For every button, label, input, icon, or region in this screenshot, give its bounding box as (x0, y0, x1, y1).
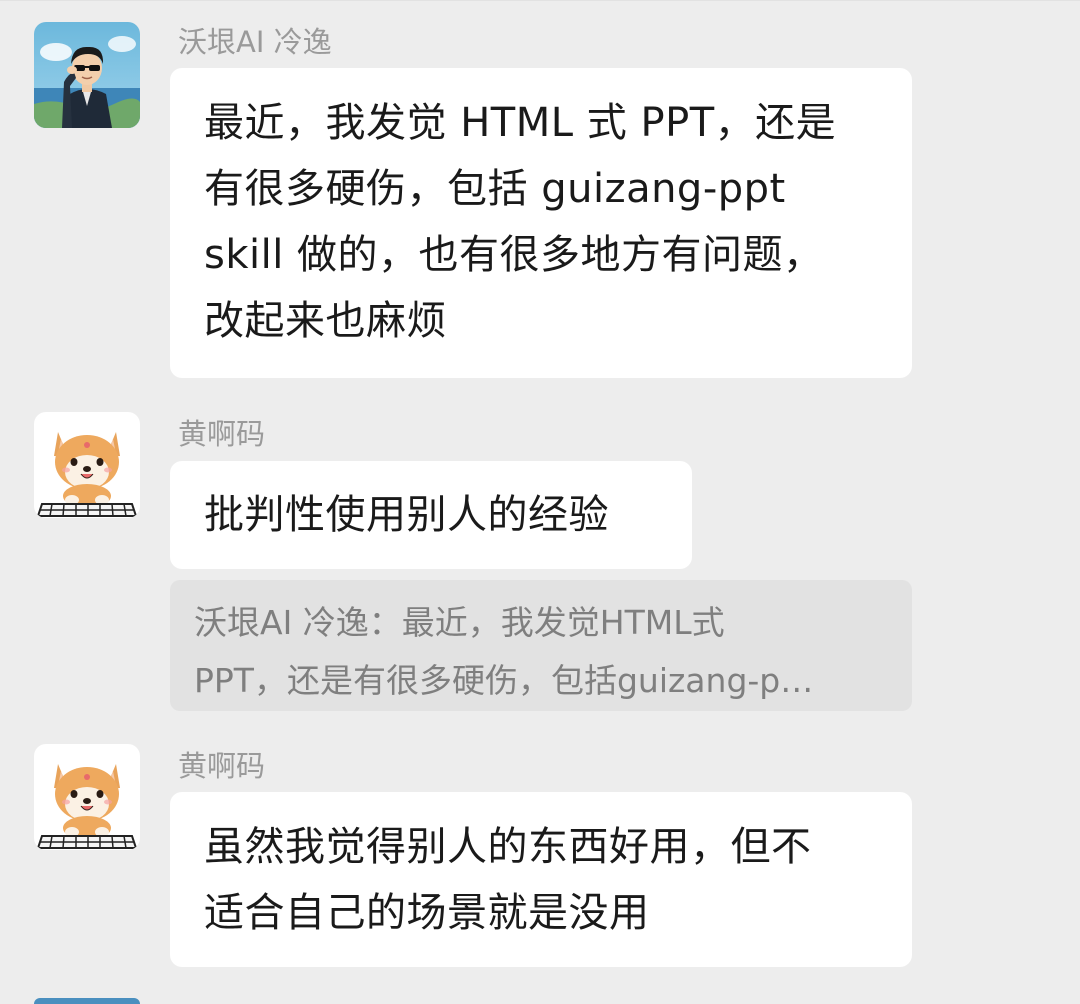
message-bubble[interactable]: 批判性使用别人的经验 (170, 461, 692, 569)
shiba-dog-keyboard-avatar-icon[interactable] (34, 744, 140, 850)
message-text-line: 最近，我发觉 HTML 式 PPT，还是 (204, 100, 837, 146)
quoted-reply[interactable]: 沃垠AI 冷逸：最近，我发觉HTML式 PPT，还是有很多硬伤，包括guizan… (170, 580, 912, 711)
quoted-text-line: PPT，还是有很多硬伤，包括guizang-p… (194, 661, 814, 700)
shiba-dog-keyboard-avatar-icon[interactable] (34, 412, 140, 518)
message-text-line: skill 做的，也有很多地方有问题， (204, 232, 824, 278)
message-text-line: 有很多硬伤，包括 guizang-ppt (204, 166, 786, 212)
quoted-text-line: 沃垠AI 冷逸：最近，我发觉HTML式 (194, 603, 725, 642)
sender-name: 黄啊码 (178, 749, 266, 783)
sender-name: 沃垠AI 冷逸 (178, 25, 332, 59)
message-text-line: 批判性使用别人的经验 (204, 492, 609, 538)
message-bubble[interactable]: 虽然我觉得别人的东西好用，但不 适合自己的场景就是没用 (170, 792, 912, 967)
man-sunglasses-avatar-icon[interactable] (34, 22, 140, 128)
message-text-line: 改起来也麻烦 (204, 298, 447, 344)
message-text-line: 虽然我觉得别人的东西好用，但不 (204, 824, 812, 870)
sender-name: 黄啊码 (178, 417, 266, 451)
message-bubble[interactable]: 最近，我发觉 HTML 式 PPT，还是 有很多硬伤，包括 guizang-pp… (170, 68, 912, 378)
message-text-line: 适合自己的场景就是没用 (204, 890, 650, 936)
top-divider (0, 0, 1080, 1)
next-message-avatar-icon[interactable] (34, 998, 140, 1004)
